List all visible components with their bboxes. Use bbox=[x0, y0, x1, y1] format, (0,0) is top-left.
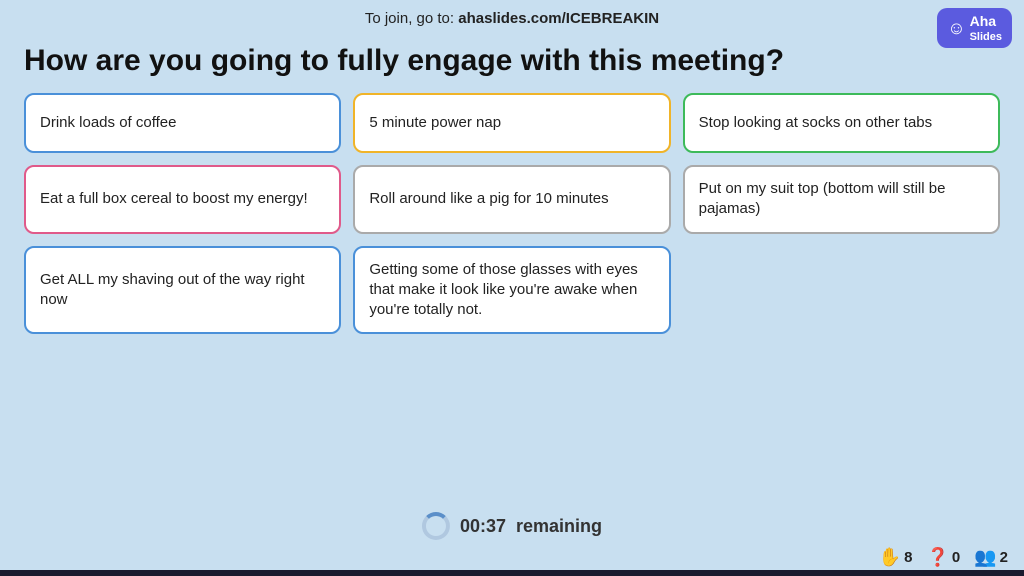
card-0: Drink loads of coffee bbox=[24, 93, 341, 153]
timer-label: remaining bbox=[516, 516, 602, 537]
aha-brand-name: Aha bbox=[970, 12, 996, 30]
card-6: Get ALL my shaving out of the way right … bbox=[24, 246, 341, 335]
card-1: 5 minute power nap bbox=[353, 93, 670, 153]
timer-value: 00:37 bbox=[460, 516, 506, 537]
join-text: To join, go to: bbox=[365, 10, 458, 27]
bottom-stats-bar: ✋ 8 ❓ 0 👥 2 bbox=[879, 547, 1008, 568]
timer-spinner bbox=[422, 512, 450, 540]
card-4: Roll around like a pig for 10 minutes bbox=[353, 165, 670, 234]
stat-hands: ✋ 8 bbox=[879, 547, 913, 568]
card-7: Getting some of those glasses with eyes … bbox=[353, 246, 670, 335]
join-url: ahaslides.com/ICEBREAKIN bbox=[458, 10, 659, 27]
aha-slides-label: Slides bbox=[970, 30, 1002, 44]
stat-participants-value: 2 bbox=[1000, 549, 1008, 566]
card-2: Stop looking at socks on other tabs bbox=[683, 93, 1000, 153]
timer-area: 00:37 remaining bbox=[422, 512, 602, 540]
card-3: Eat a full box cereal to boost my energy… bbox=[24, 165, 341, 234]
participants-icon: 👥 bbox=[974, 547, 996, 568]
hand-raise-icon: ✋ bbox=[879, 547, 901, 568]
aha-smiley-icon: ☺ bbox=[947, 17, 965, 40]
question-heading: How are you going to fully engage with t… bbox=[0, 33, 1024, 93]
cards-grid: Drink loads of coffee 5 minute power nap… bbox=[0, 93, 1024, 334]
stat-questions-value: 0 bbox=[952, 549, 960, 566]
stat-questions: ❓ 0 bbox=[926, 547, 960, 568]
card-5: Put on my suit top (bottom will still be… bbox=[683, 165, 1000, 234]
question-icon: ❓ bbox=[926, 547, 948, 568]
join-bar: To join, go to: ahaslides.com/ICEBREAKIN bbox=[0, 0, 1024, 33]
bottom-dark-bar bbox=[0, 570, 1024, 576]
stat-hands-value: 8 bbox=[904, 549, 912, 566]
stat-participants: 👥 2 bbox=[974, 547, 1008, 568]
aha-logo: ☺ Aha Slides bbox=[937, 8, 1012, 48]
